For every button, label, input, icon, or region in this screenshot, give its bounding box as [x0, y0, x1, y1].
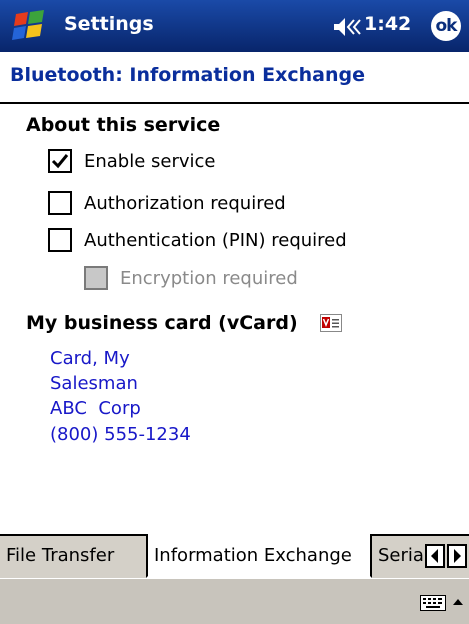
page-heading: Bluetooth: Information Exchange [0, 52, 469, 102]
authentication-checkbox[interactable] [48, 228, 72, 252]
authorization-label: Authorization required [84, 192, 286, 214]
clock[interactable]: 1:42 [364, 13, 411, 35]
about-section-title: About this service [26, 114, 221, 136]
enable-service-checkbox[interactable] [48, 149, 72, 173]
vcard-name: Card, My [50, 348, 130, 369]
page-title: Bluetooth: Information Exchange [10, 64, 365, 86]
encryption-checkbox [84, 266, 108, 290]
authentication-label: Authentication (PIN) required [84, 229, 347, 251]
tab-file-transfer[interactable]: File Transfer [0, 536, 148, 576]
tab-serial-port[interactable]: Serial Port [372, 536, 426, 576]
arrow-left-icon [431, 549, 438, 563]
tab-scroll-right-button[interactable] [447, 544, 467, 568]
enable-service-label: Enable service [84, 150, 216, 172]
checkmark-icon [51, 154, 69, 169]
encryption-option: Encryption required [84, 263, 298, 293]
vcard-icon[interactable] [320, 314, 342, 332]
heading-divider [0, 102, 469, 104]
volume-icon[interactable] [332, 16, 362, 38]
arrow-right-icon [454, 549, 461, 563]
vcard-company: ABC Corp [50, 398, 141, 419]
title-bar: Settings 1:42 ok [0, 0, 469, 52]
encryption-label: Encryption required [120, 267, 298, 289]
vcard-section-title: My business card (vCard) [26, 312, 298, 334]
app-title: Settings [64, 13, 154, 35]
keyboard-icon[interactable] [420, 595, 446, 611]
sip-up-arrow-icon[interactable] [452, 597, 464, 607]
authentication-option[interactable]: Authentication (PIN) required [48, 225, 347, 255]
authorization-checkbox[interactable] [48, 191, 72, 215]
menu-bar [0, 578, 469, 624]
ok-button[interactable]: ok [431, 11, 461, 41]
tab-strip: File Transfer Information Exchange Seria… [0, 534, 469, 578]
tab-information-exchange[interactable]: Information Exchange [146, 534, 372, 578]
vcard-phone: (800) 555-1234 [50, 424, 191, 445]
windows-start-icon[interactable] [10, 8, 50, 44]
vcard-title: Salesman [50, 373, 138, 394]
authorization-option[interactable]: Authorization required [48, 188, 286, 218]
tab-scroll-left-button[interactable] [425, 544, 445, 568]
enable-service-option[interactable]: Enable service [48, 146, 216, 176]
